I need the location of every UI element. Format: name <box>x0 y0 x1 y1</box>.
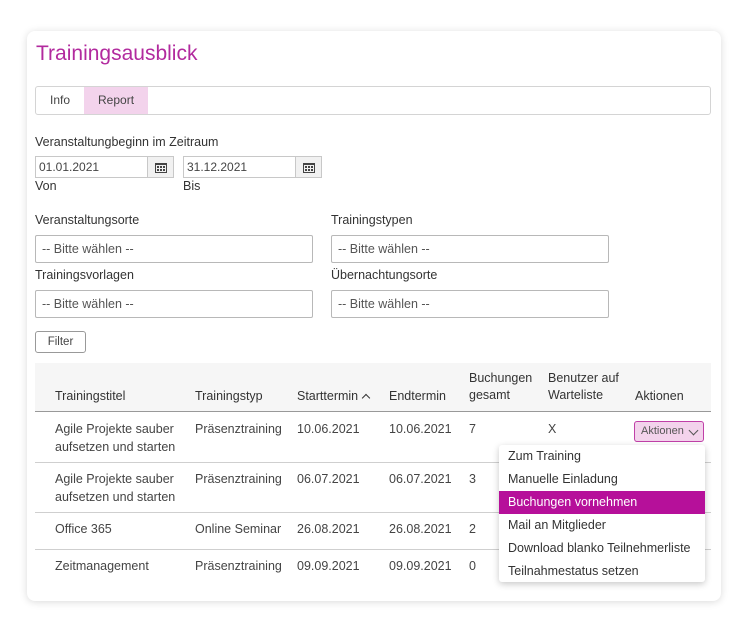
calendar-icon <box>154 162 167 173</box>
row3-start: 26.08.2021 <box>297 522 360 536</box>
tab-report[interactable]: Report <box>84 87 149 114</box>
row2-buchungen: 3 <box>469 472 476 486</box>
chevron-down-icon <box>688 425 699 436</box>
menu-item-manuelle-einladung[interactable]: Manuelle Einladung <box>499 468 705 491</box>
row3-typ: Online Seminar <box>195 522 282 536</box>
row4-end: 09.09.2021 <box>389 559 452 573</box>
col-header-titel[interactable]: Trainingstitel <box>55 388 125 405</box>
orte-select[interactable]: -- Bitte wählen -- <box>35 235 313 263</box>
row1-titel-line2: aufsetzen und starten <box>55 440 176 454</box>
menu-item-buchungen-vornehmen[interactable]: Buchungen vornehmen <box>499 491 705 514</box>
menu-item-mail-an-mitglieder[interactable]: Mail an Mitglieder <box>499 514 705 537</box>
row2-titel: Agile Projekte sauber aufsetzen und star… <box>55 470 175 506</box>
typen-select[interactable]: -- Bitte wählen -- <box>331 235 609 263</box>
row3-titel: Office 365 <box>55 522 112 536</box>
row1-titel-line1: Agile Projekte sauber <box>55 422 174 436</box>
col-header-buchungen-line2: gesamt <box>469 388 510 402</box>
date-to-input[interactable]: 31.12.2021 <box>183 156 296 178</box>
row4-titel: Zeitmanagement <box>55 559 149 573</box>
orte-label: Veranstaltungsorte <box>35 213 140 227</box>
aktionen-menu: Zum Training Manuelle Einladung Buchunge… <box>499 445 705 582</box>
row4-start: 09.09.2021 <box>297 559 360 573</box>
row2-titel-line2: aufsetzen und starten <box>55 490 176 504</box>
sort-ascending-icon <box>361 393 371 403</box>
row2-typ: Präsenztraining <box>195 472 282 486</box>
col-header-buchungen[interactable]: Buchungen gesamt <box>469 370 532 404</box>
col-header-start-label: Starttermin <box>297 389 359 403</box>
vorlagen-select[interactable]: -- Bitte wählen -- <box>35 290 313 318</box>
row2-start: 06.07.2021 <box>297 472 360 486</box>
col-header-warteliste[interactable]: Benutzer auf Warteliste <box>548 370 619 404</box>
row1-titel: Agile Projekte sauber aufsetzen und star… <box>55 420 175 456</box>
col-header-buchungen-line1: Buchungen <box>469 371 533 385</box>
col-header-typ[interactable]: Trainingstyp <box>195 388 263 405</box>
col-header-warteliste-line2: Warteliste <box>548 388 604 402</box>
row1-end: 10.06.2021 <box>389 422 452 436</box>
date-to-calendar-button[interactable] <box>295 156 322 178</box>
col-header-aktionen: Aktionen <box>635 389 684 403</box>
calendar-icon <box>302 162 315 173</box>
col-header-start[interactable]: Starttermin <box>297 388 371 405</box>
tab-bar: Info Report <box>35 86 711 115</box>
menu-item-zum-training[interactable]: Zum Training <box>499 445 705 468</box>
date-to-label: Bis <box>183 179 201 193</box>
row1-warteliste: X <box>548 422 557 436</box>
menu-item-teilnahmestatus-setzen[interactable]: Teilnahmestatus setzen <box>499 560 705 583</box>
row4-buchungen: 0 <box>469 559 476 573</box>
aktionen-button-label: Aktionen <box>641 425 684 437</box>
vorlagen-label: Trainingsvorlagen <box>35 268 134 282</box>
period-label: Veranstaltungbeginn im Zeitraum <box>35 135 219 149</box>
filter-button[interactable]: Filter <box>35 331 86 353</box>
tab-info[interactable]: Info <box>36 87 84 114</box>
aktionen-dropdown-button[interactable]: Aktionen <box>634 421 704 442</box>
row1-buchungen: 7 <box>469 422 476 436</box>
col-header-warteliste-line1: Benutzer auf <box>548 371 619 385</box>
uebernachtung-label: Übernachtungsorte <box>331 268 438 282</box>
date-from-calendar-button[interactable] <box>147 156 174 178</box>
row3-buchungen: 2 <box>469 522 476 536</box>
row3-end: 26.08.2021 <box>389 522 452 536</box>
page-title: Trainingsausblick <box>36 42 198 65</box>
typen-label: Trainingstypen <box>331 213 413 227</box>
menu-item-download-teilnehmerliste[interactable]: Download blanko Teilnehmerliste <box>499 537 705 560</box>
col-header-end[interactable]: Endtermin <box>389 388 446 405</box>
uebernachtung-select[interactable]: -- Bitte wählen -- <box>331 290 609 318</box>
row4-typ: Präsenztraining <box>195 559 282 573</box>
row2-end: 06.07.2021 <box>389 472 452 486</box>
row2-titel-line1: Agile Projekte sauber <box>55 472 174 486</box>
row1-typ: Präsenztraining <box>195 422 282 436</box>
date-from-label: Von <box>35 179 57 193</box>
date-from-input[interactable]: 01.01.2021 <box>35 156 148 178</box>
row1-start: 10.06.2021 <box>297 422 360 436</box>
